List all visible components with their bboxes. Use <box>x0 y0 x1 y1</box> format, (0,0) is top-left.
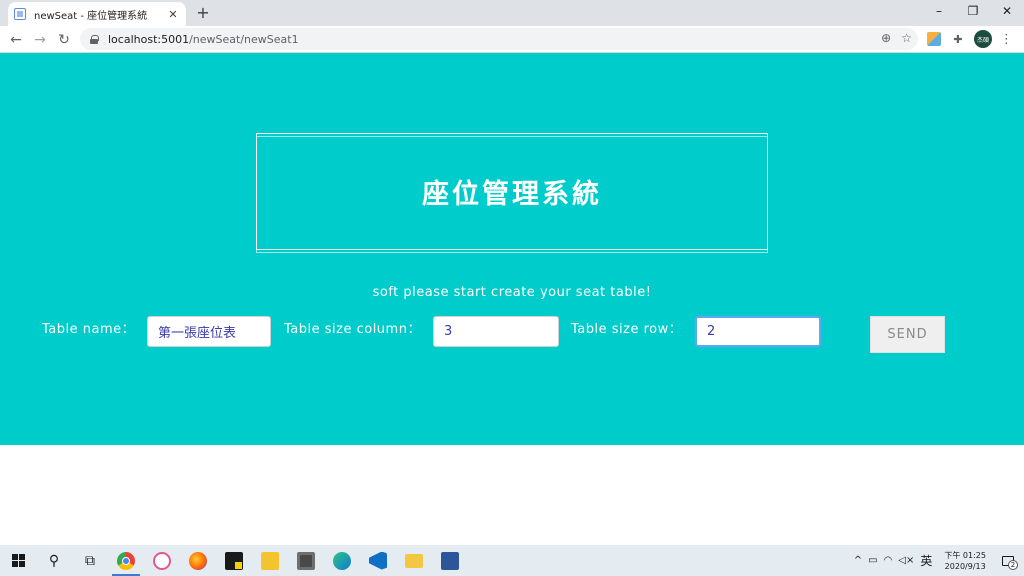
extensions-puzzle-icon[interactable]: ✚ <box>950 31 966 47</box>
start-button[interactable] <box>0 545 36 576</box>
close-tab-icon[interactable]: ✕ <box>166 8 180 21</box>
bookmark-star-icon[interactable]: ☆ <box>901 31 912 45</box>
restore-button[interactable]: ❐ <box>956 0 990 22</box>
column-size-label: Table size column： <box>284 322 421 337</box>
battery-icon[interactable]: ▭ <box>868 555 877 566</box>
search-icon[interactable]: ⚲ <box>36 545 72 576</box>
ime-indicator[interactable]: 英 <box>920 552 932 569</box>
address-bar[interactable]: localhost:5001/newSeat/newSeat1 ⊕ ☆ <box>80 28 918 50</box>
column-size-input[interactable] <box>433 316 559 347</box>
paint-icon[interactable] <box>144 545 180 576</box>
table-name-label: Table name： <box>42 322 136 337</box>
system-tray: ^ ▭ ◠ ◁× 英 下午 01:25 2020/9/13 2 <box>854 545 1024 576</box>
forward-button[interactable]: → <box>30 30 50 50</box>
chrome-icon[interactable] <box>108 545 144 576</box>
table-name-input[interactable] <box>147 316 271 347</box>
wifi-icon[interactable]: ◠ <box>884 555 893 566</box>
browser-menu-icon[interactable]: ⋮ <box>1000 32 1013 47</box>
reload-button[interactable]: ↻ <box>54 30 74 50</box>
page-favicon-icon <box>14 8 26 20</box>
new-tab-button[interactable]: + <box>194 3 212 23</box>
extension-colorful-icon[interactable] <box>926 31 942 47</box>
calculator-icon[interactable] <box>288 545 324 576</box>
vscode-icon[interactable] <box>360 545 396 576</box>
zoom-icon[interactable]: ⊕ <box>881 31 891 45</box>
send-button[interactable]: SEND <box>870 316 945 353</box>
edge-icon[interactable] <box>324 545 360 576</box>
url-path: /newSeat/newSeat1 <box>189 32 299 46</box>
browser-toolbar: ← → ↻ localhost:5001/newSeat/newSeat1 ⊕ … <box>0 26 1024 53</box>
row-size-label: Table size row： <box>571 322 683 337</box>
firefox-icon[interactable] <box>180 545 216 576</box>
hero-banner: 座位管理系統 soft please start create your sea… <box>0 53 1024 445</box>
windows-taskbar: ⚲ ⧉ ^ ▭ ◠ ◁× 英 下午 01:25 2020/9/13 2 <box>0 545 1024 576</box>
browser-tab[interactable]: newSeat - 座位管理系統 ✕ <box>8 2 186 26</box>
profile-avatar[interactable]: 杰碩 <box>974 30 992 48</box>
browser-tab-strip: newSeat - 座位管理系統 ✕ + – ❐ ✕ <box>0 0 1024 26</box>
back-button[interactable]: ← <box>6 30 26 50</box>
tools-icon[interactable] <box>252 545 288 576</box>
clock[interactable]: 下午 01:25 2020/9/13 <box>944 550 986 572</box>
notification-count-badge: 2 <box>1008 559 1018 570</box>
page-subtitle: soft please start create your seat table… <box>372 285 652 300</box>
clock-time: 下午 01:25 <box>944 550 986 560</box>
tray-chevron-icon[interactable]: ^ <box>854 555 862 566</box>
tab-title: newSeat - 座位管理系統 <box>34 10 148 22</box>
file-explorer-icon[interactable] <box>396 545 432 576</box>
lock-icon[interactable] <box>90 34 99 44</box>
page-content: 座位管理系統 soft please start create your sea… <box>0 53 1024 545</box>
close-window-button[interactable]: ✕ <box>990 0 1024 22</box>
volume-muted-icon[interactable]: ◁× <box>898 555 914 566</box>
notification-center-icon[interactable]: 2 <box>998 552 1018 570</box>
url-host: localhost:5001 <box>108 32 190 46</box>
window-controls: – ❐ ✕ <box>922 0 1024 26</box>
task-view-icon[interactable]: ⧉ <box>72 545 108 576</box>
sticky-notes-icon[interactable] <box>216 545 252 576</box>
page-title: 座位管理系統 <box>422 179 602 210</box>
windows-logo-icon <box>11 554 25 567</box>
minimize-button[interactable]: – <box>922 0 956 22</box>
title-frame: 座位管理系統 <box>256 133 768 250</box>
clock-date: 2020/9/13 <box>944 561 986 571</box>
word-icon[interactable] <box>432 545 468 576</box>
row-size-input[interactable] <box>695 316 821 347</box>
